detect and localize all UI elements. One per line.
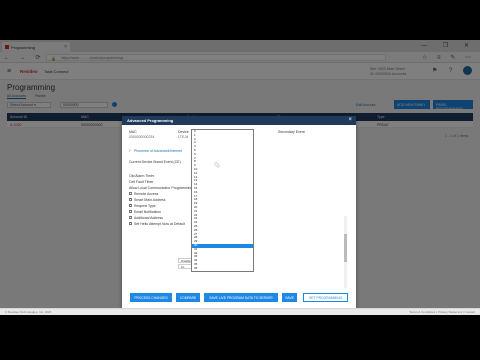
checkbox-icon[interactable] <box>129 192 132 195</box>
checkbox-icon[interactable] <box>129 210 132 213</box>
footer: © Resideo Technologies, Inc. 2020 Terms … <box>0 308 480 315</box>
setting-row-label: Email Notification <box>134 210 162 214</box>
setting-row-label: Smart Main Address <box>134 198 166 202</box>
close-icon[interactable]: × <box>348 117 352 123</box>
mac-value: 0000000000234 <box>129 135 155 139</box>
setting-row-label: Old Alarm Timer <box>129 174 155 178</box>
process-changes-button[interactable]: PROCESS CHANGES <box>130 293 172 302</box>
save-button[interactable]: SAVE <box>282 293 297 302</box>
setting-row-checkbox[interactable]: Additional Address <box>129 216 163 220</box>
checkbox-icon[interactable] <box>129 222 132 225</box>
setting-row-label: Additional Address <box>134 216 163 220</box>
dropdown-option[interactable]: 36 <box>192 266 253 271</box>
device-label: Device <box>178 130 189 134</box>
modal-scrollbar-thumb[interactable] <box>344 234 347 262</box>
modal-header: Advanced Programming × <box>122 116 356 125</box>
footer-links[interactable]: Terms & Conditions | Privacy Statement |… <box>409 310 475 314</box>
copyright-text: © Resideo Technologies, Inc. 2020 <box>5 310 52 314</box>
mac-label: MAC <box>129 130 137 134</box>
setting-row-checkbox[interactable]: Smart Main Address <box>129 198 166 202</box>
chevron-right-icon[interactable]: › <box>129 148 131 154</box>
setting-row-label: Request Type <box>134 204 156 208</box>
setting-row-checkbox[interactable]: Remote Access <box>129 192 158 196</box>
setting-row-checkbox[interactable]: Request Type <box>129 204 156 208</box>
setting-row-label: Cell Fault Timer <box>129 180 154 184</box>
modal-title: Advanced Programming <box>127 118 174 123</box>
get-programming-button[interactable]: GET PROGRAMMING <box>303 293 348 302</box>
compare-button[interactable]: COMPARE <box>176 293 200 302</box>
checkbox-icon[interactable] <box>129 204 132 207</box>
setting-row-label: Remote Access <box>134 192 159 196</box>
dropdown-list[interactable]: 0 1 2 3 4 5 6 7 8 9 10 11 12 13 14 15 16 17 18 19 20 21 22 23 24… <box>191 129 254 272</box>
setting-row-checkbox[interactable]: Email Notification <box>129 210 161 214</box>
setting-row-label: Set Hello Attempt Now at Default <box>134 222 185 226</box>
setting-row-checkbox[interactable]: Set Hello Attempt Now at Default <box>129 222 185 226</box>
secondary-event-label: Secondary Event <box>278 130 305 134</box>
checkbox-icon[interactable] <box>129 216 132 219</box>
setting-row-label: Allow Local Communicator Programming <box>129 186 193 190</box>
device-value: LTE-M <box>178 135 189 139</box>
checkbox-icon[interactable] <box>129 198 132 201</box>
mouse-cursor-icon: ⬉ <box>214 162 220 169</box>
browser-window: Programming × — ❐ ✕ ← → ⟳ ⌂ 🔒 https://ww… <box>0 40 480 315</box>
field-label: Current Device Brand Event (CE) <box>129 160 181 164</box>
section-link[interactable]: Phoneme of Advanced/Internet <box>134 149 182 153</box>
save-live-data-button[interactable]: SAVE LIVE PROGRAM DATA TO SERVER <box>204 293 278 302</box>
